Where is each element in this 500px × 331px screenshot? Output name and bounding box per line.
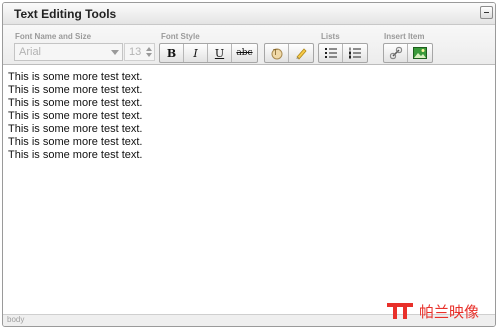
image-icon	[413, 47, 427, 59]
unordered-list-button[interactable]	[319, 44, 343, 62]
insert-link-button[interactable]	[384, 44, 408, 62]
font-group-label: Font Name and Size	[15, 32, 92, 41]
watermark: 帕兰映像	[386, 302, 496, 321]
highlight-button[interactable]	[289, 44, 313, 62]
unordered-list-icon	[324, 48, 337, 58]
link-icon	[389, 46, 402, 60]
insert-buttons	[383, 43, 433, 63]
spin-down-icon[interactable]	[146, 53, 152, 57]
text-line: This is some more test text.	[8, 110, 143, 122]
panel-title: Text Editing Tools	[14, 7, 117, 21]
editing-area[interactable]: This is some more test text. This is som…	[3, 65, 495, 314]
chevron-down-icon	[111, 50, 119, 55]
font-size-spinner[interactable]: 13	[124, 43, 155, 61]
ordered-list-button[interactable]	[343, 44, 367, 62]
text-line: This is some more test text.	[8, 97, 143, 109]
style-group-label: Font Style	[161, 32, 200, 41]
watermark-logo-icon	[387, 303, 413, 319]
strikethrough-button[interactable]: abc	[232, 44, 257, 62]
bold-button[interactable]: B	[160, 44, 184, 62]
font-size-value: 13	[129, 46, 142, 58]
lists-group-label: Lists	[321, 32, 340, 41]
svg-text:T: T	[273, 48, 278, 57]
highlight-marker-icon	[296, 48, 307, 60]
insert-image-button[interactable]	[408, 44, 432, 62]
text-color-icon: T	[271, 48, 282, 60]
color-buttons: T	[264, 43, 314, 63]
text-line: This is some more test text.	[8, 149, 143, 161]
text-line: This is some more test text.	[8, 136, 143, 148]
editor-toolbar: Font Name and Size Arial 13 Font Style B…	[3, 25, 495, 65]
text-line: This is some more test text.	[8, 71, 143, 83]
collapse-button[interactable]	[480, 6, 493, 19]
text-line: This is some more test text.	[8, 123, 143, 135]
insert-group-label: Insert Item	[384, 32, 425, 41]
font-name-value: Arial	[19, 46, 42, 58]
text-line: This is some more test text.	[8, 84, 143, 96]
element-path: body	[7, 315, 25, 324]
list-buttons	[318, 43, 368, 63]
text-editor-panel: Text Editing Tools Font Name and Size Ar…	[2, 2, 496, 327]
panel-title-bar: Text Editing Tools	[3, 3, 495, 25]
text-color-button[interactable]: T	[265, 44, 289, 62]
ordered-list-icon	[349, 47, 361, 59]
spin-up-icon[interactable]	[146, 47, 152, 51]
font-name-select[interactable]: Arial	[14, 43, 123, 61]
font-style-buttons: B I U abc	[159, 43, 258, 63]
watermark-text: 帕兰映像	[419, 302, 480, 321]
italic-button[interactable]: I	[184, 44, 208, 62]
underline-button[interactable]: U	[208, 44, 232, 62]
